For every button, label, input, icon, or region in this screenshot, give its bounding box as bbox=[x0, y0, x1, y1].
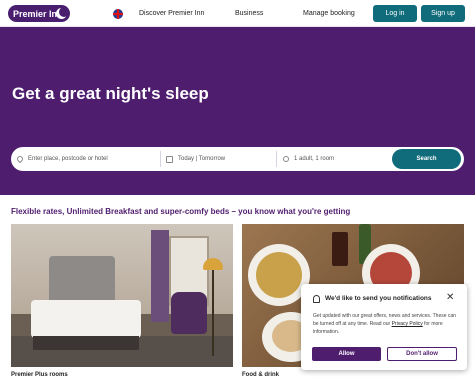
location-placeholder: Enter place, postcode or hotel bbox=[28, 156, 108, 162]
calendar-icon bbox=[166, 155, 173, 163]
date-field[interactable]: Today | Tomorrow bbox=[166, 147, 276, 171]
food-glass bbox=[332, 232, 348, 266]
nav-manage-booking[interactable]: Manage booking bbox=[303, 10, 355, 17]
uk-flag-icon[interactable] bbox=[113, 9, 123, 19]
room-armchair bbox=[171, 292, 207, 334]
dont-allow-button[interactable]: Don't allow bbox=[387, 347, 457, 361]
room-lamp-stand bbox=[212, 266, 214, 356]
popup-body: Get updated with our great offers, news … bbox=[313, 312, 459, 336]
room-bed-base bbox=[33, 336, 139, 350]
room-bed bbox=[31, 300, 141, 338]
guests-field[interactable]: 1 adult, 1 room bbox=[283, 147, 383, 171]
room-headboard bbox=[49, 256, 115, 306]
hero-title: Get a great night's sleep bbox=[12, 84, 209, 103]
nav-discover-premier-inn[interactable]: Discover Premier Inn bbox=[139, 10, 204, 17]
notification-popup: We'd like to send you notifications ✕ Ge… bbox=[301, 284, 467, 370]
nav-business[interactable]: Business bbox=[235, 10, 263, 17]
card-caption-food-drink[interactable]: Food & drink bbox=[242, 372, 279, 378]
signup-button[interactable]: Sign up bbox=[421, 5, 465, 22]
premier-plus-room-image[interactable] bbox=[11, 224, 233, 367]
search-divider bbox=[276, 151, 277, 167]
room-curtain bbox=[151, 230, 169, 322]
allow-button[interactable]: Allow bbox=[312, 347, 381, 361]
bell-icon bbox=[313, 295, 320, 303]
close-icon[interactable]: ✕ bbox=[446, 293, 454, 303]
person-icon bbox=[283, 156, 289, 162]
moon-icon bbox=[56, 7, 69, 19]
login-button[interactable]: Log in bbox=[373, 5, 417, 22]
search-bar: Enter place, postcode or hotel Today | T… bbox=[11, 147, 464, 171]
location-field[interactable]: Enter place, postcode or hotel bbox=[15, 147, 161, 171]
premier-inn-logo[interactable]: Premier Inn bbox=[8, 5, 70, 22]
section-tagline: Flexible rates, Unlimited Breakfast and … bbox=[11, 207, 351, 216]
search-button[interactable]: Search bbox=[392, 149, 461, 169]
card-caption-premier-plus[interactable]: Premier Plus rooms bbox=[11, 372, 68, 378]
guests-value: 1 adult, 1 room bbox=[294, 156, 335, 162]
top-navigation: Premier Inn Discover Premier Inn Busines… bbox=[0, 0, 475, 27]
location-pin-icon bbox=[15, 154, 25, 164]
popup-title: We'd like to send you notifications bbox=[325, 295, 432, 302]
search-divider bbox=[160, 151, 161, 167]
privacy-policy-link[interactable]: Privacy Policy bbox=[392, 321, 423, 327]
food-dish bbox=[256, 252, 302, 298]
date-value: Today | Tomorrow bbox=[178, 156, 226, 162]
